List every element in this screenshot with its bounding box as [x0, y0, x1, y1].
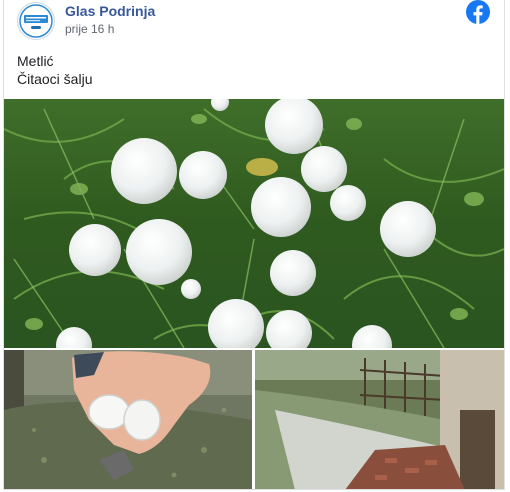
post-text-line-credit: Čitaoci šalju: [17, 71, 93, 87]
glas-podrinja-logo-icon: [19, 4, 53, 38]
photo-hailstones-on-grass[interactable]: [4, 99, 504, 348]
photo-hand-holding-hailstones[interactable]: [4, 350, 252, 489]
post-header: Glas Podrinja prije 16 h: [4, 0, 504, 44]
facebook-icon[interactable]: [466, 0, 490, 24]
hailstones-on-grass-image: [4, 99, 504, 348]
hand-holding-hailstones-image: [4, 350, 252, 489]
post-timestamp[interactable]: prije 16 h: [65, 22, 114, 36]
avatar[interactable]: [17, 2, 55, 40]
page-name-link[interactable]: Glas Podrinja: [65, 3, 155, 19]
facebook-post: Glas Podrinja prije 16 h Metlić Čitaoci …: [3, 0, 505, 490]
photo-hail-covered-yard[interactable]: [255, 350, 504, 489]
post-message: Metlić Čitaoci šalju: [17, 52, 92, 88]
post-text-line-location: Metlić: [17, 53, 54, 69]
hail-covered-yard-image: [255, 350, 504, 489]
